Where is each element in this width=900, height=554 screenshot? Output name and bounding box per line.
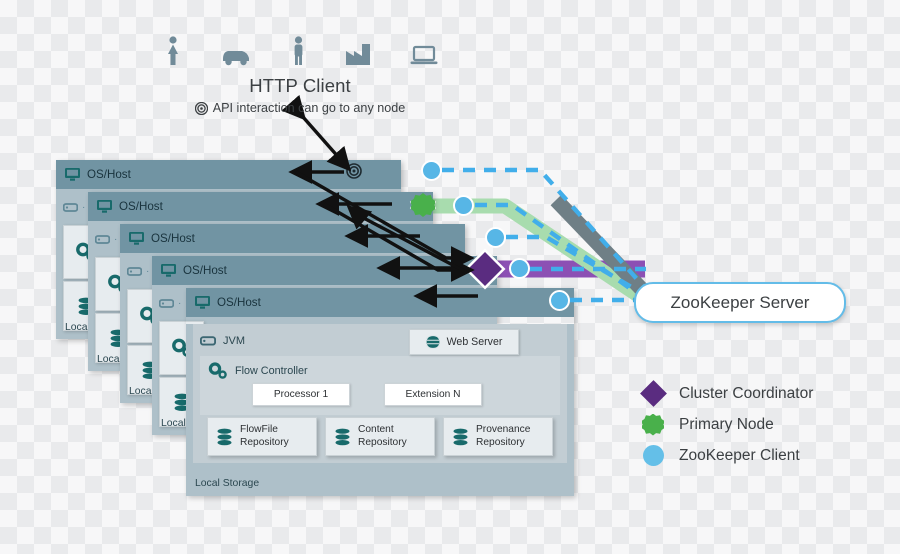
zookeeper-client-icon [640, 445, 666, 466]
coordinator-response-line [357, 213, 467, 274]
target-icon [194, 101, 208, 115]
legend-item-primary-node: Primary Node [640, 409, 813, 440]
legend-label-primary-node: Primary Node [679, 415, 774, 433]
legend-label-zookeeper-client: ZooKeeper Client [679, 446, 800, 464]
legend-item-zookeeper-client: ZooKeeper Client [640, 440, 813, 471]
car-icon [222, 51, 249, 66]
person-woman-icon [168, 36, 178, 65]
heartbeat-arrow-upper [295, 170, 475, 270]
api-interaction-text: API interaction can go to any node [212, 101, 406, 115]
person-man-icon [294, 36, 302, 65]
primary-node-icon [640, 413, 666, 436]
coordinator-response-arrow [346, 204, 373, 230]
api-interaction-note: API interaction can go to any node [150, 101, 450, 115]
legend-item-cluster-coordinator: Cluster Coordinator [639, 378, 814, 409]
client-node-bidirectional-arrow [281, 94, 352, 172]
http-client-block: HTTP Client API interaction can go to an… [150, 32, 450, 115]
legend-label-cluster-coordinator: Cluster Coordinator [679, 384, 814, 402]
client-icon-row [150, 32, 450, 66]
cluster-coordinator-icon [639, 380, 667, 407]
legend: Cluster Coordinator Primary Node ZooKeep… [639, 378, 814, 471]
laptop-icon [410, 45, 438, 65]
http-client-title: HTTP Client [249, 75, 351, 96]
factory-icon [346, 44, 371, 65]
